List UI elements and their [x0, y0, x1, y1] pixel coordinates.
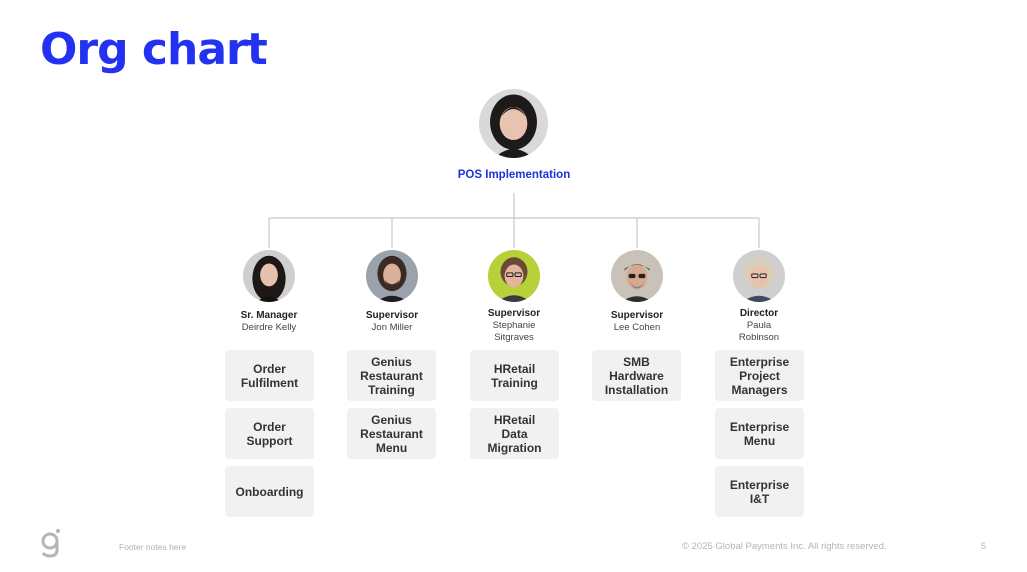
- member-avatar-3: [488, 250, 540, 302]
- root-avatar: [479, 89, 548, 158]
- team-box: Genius Restaurant Menu: [347, 408, 436, 459]
- footer-notes: Footer notes here: [119, 542, 187, 552]
- member-name-2: Jon Miller: [371, 322, 413, 333]
- page-title: Org chart: [40, 24, 268, 75]
- team-box: SMB Hardware Installation: [592, 350, 681, 401]
- member-card-3: Supervisor Stephanie Sitgraves: [468, 250, 560, 343]
- member-role-1: Sr. Manager: [240, 310, 298, 321]
- team-box: Enterprise I&T: [715, 466, 804, 517]
- member-role-5: Director: [739, 308, 779, 319]
- root-label: POS Implementation: [457, 169, 571, 181]
- member-role-4: Supervisor: [610, 310, 664, 321]
- member-avatar-4: [611, 250, 663, 302]
- member-card-2: Supervisor Jon Miller: [346, 250, 438, 334]
- member-name-1: Deirdre Kelly: [241, 322, 297, 333]
- member-name-3: Stephanie Sitgraves: [492, 320, 536, 343]
- copyright-text: © 2025 Global Payments Inc. All rights r…: [682, 541, 887, 552]
- member-card-1: Sr. Manager Deirdre Kelly: [223, 250, 315, 334]
- company-logo-icon: [41, 529, 60, 558]
- team-box: HRetail Training: [470, 350, 559, 401]
- team-box: Enterprise Menu: [715, 408, 804, 459]
- member-name-5: Paula Robinson: [738, 320, 780, 343]
- page-number: 5: [981, 541, 987, 551]
- team-box: Onboarding: [225, 466, 314, 517]
- member-name-4: Lee Cohen: [613, 322, 661, 333]
- member-avatar-1: [243, 250, 295, 302]
- team-box: Order Fulfilment: [225, 350, 314, 401]
- member-role-2: Supervisor: [365, 310, 419, 321]
- member-role-3: Supervisor: [487, 308, 541, 319]
- member-avatar-2: [366, 250, 418, 302]
- team-box: Order Support: [225, 408, 314, 459]
- team-box: HRetail Data Migration: [470, 408, 559, 459]
- member-avatar-5: [733, 250, 785, 302]
- member-card-4: Supervisor Lee Cohen: [591, 250, 683, 334]
- team-box: Genius Restaurant Training: [347, 350, 436, 401]
- team-box: Enterprise Project Managers: [715, 350, 804, 401]
- member-card-5: Director Paula Robinson: [713, 250, 805, 343]
